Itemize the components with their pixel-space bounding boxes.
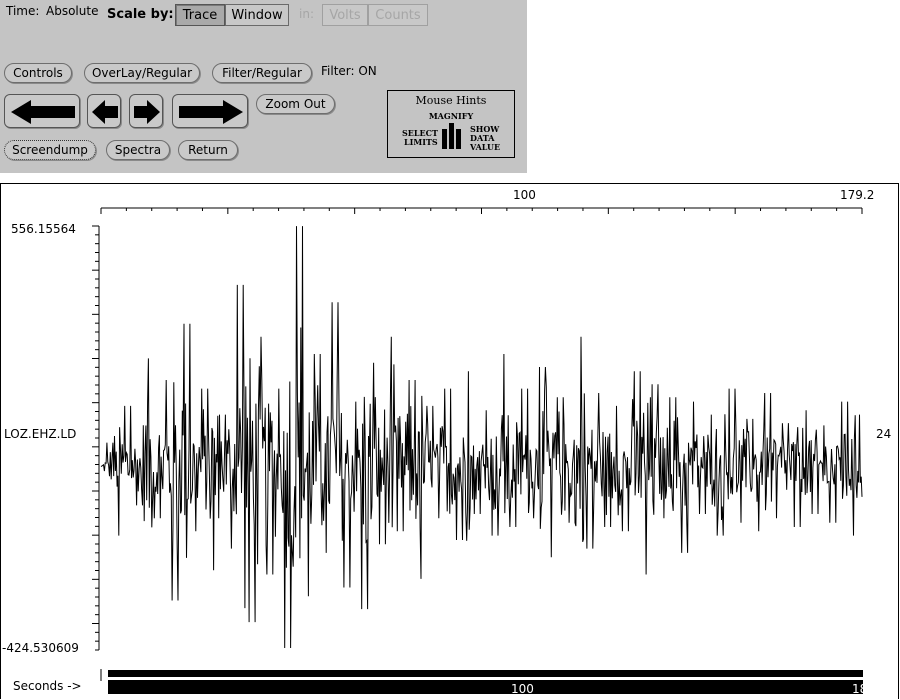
unit-counts-button[interactable]: Counts	[368, 4, 428, 26]
scroll-left-small-button[interactable]	[87, 94, 121, 128]
screendump-button[interactable]: Screendump	[4, 140, 96, 160]
filter-regular-button[interactable]: Filter/Regular	[212, 63, 312, 83]
seismogram-svg[interactable]	[0, 183, 900, 700]
unit-in-label: in:	[299, 7, 314, 21]
arrow-left-small-icon	[92, 100, 118, 124]
control-panel: Time: Absolute Scale by: Trace Window in…	[0, 0, 527, 173]
mouse-hint-left-2: LIMITS	[404, 137, 438, 147]
seismogram-plot[interactable]: 100 179.2 556.15564 LOZ.EHZ.LD 24 -424.5…	[0, 183, 900, 700]
scroll-right-small-button[interactable]	[129, 94, 163, 128]
scale-trace-button[interactable]: Trace	[175, 4, 225, 26]
mouse-hints-box: Mouse Hints MAGNIFY SELECT LIMITS SHOW D…	[387, 90, 515, 158]
seismogram-trace	[100, 226, 863, 649]
y-min-label: -424.530609	[2, 641, 79, 655]
mouse-hints-title: Mouse Hints	[415, 94, 487, 107]
time-label: Time:	[6, 4, 40, 18]
mouse-buttons-icon	[442, 123, 461, 149]
channel-label: LOZ.EHZ.LD	[4, 427, 77, 441]
bottom-axis-label-end: 181	[852, 682, 875, 696]
arrow-left-large-icon	[11, 100, 75, 124]
filter-status: Filter: ON	[321, 64, 377, 78]
bottom-axis-label-100: 100	[511, 682, 534, 696]
time-bar	[108, 680, 863, 694]
unit-volts-button[interactable]: Volts	[322, 4, 368, 26]
channel-right-label: 24	[876, 427, 892, 441]
arrow-right-large-icon	[179, 100, 243, 124]
return-button[interactable]: Return	[178, 140, 238, 160]
time-value[interactable]: Absolute	[46, 4, 98, 18]
controls-button[interactable]: Controls	[4, 63, 72, 83]
scale-window-button[interactable]: Window	[225, 4, 289, 26]
overlay-regular-button[interactable]: OverLay/Regular	[84, 63, 200, 83]
mouse-hint-middle: MAGNIFY	[428, 111, 474, 121]
scroll-left-large-button[interactable]	[4, 94, 80, 128]
zoom-out-button[interactable]: Zoom Out	[256, 94, 335, 114]
scale-by-label: Scale by:	[107, 7, 174, 22]
spectra-button[interactable]: Spectra	[106, 140, 170, 160]
mouse-hint-right-3: VALUE	[470, 142, 501, 152]
seconds-label: Seconds ->	[13, 679, 82, 693]
top-axis-label-end: 179.2	[840, 188, 875, 202]
y-max-label: 556.15564	[11, 222, 76, 236]
scroll-right-large-button[interactable]	[172, 94, 248, 128]
arrow-right-small-icon	[134, 100, 160, 124]
bottom-axis-upper-bar	[108, 670, 863, 677]
top-axis-label-100: 100	[513, 188, 536, 202]
